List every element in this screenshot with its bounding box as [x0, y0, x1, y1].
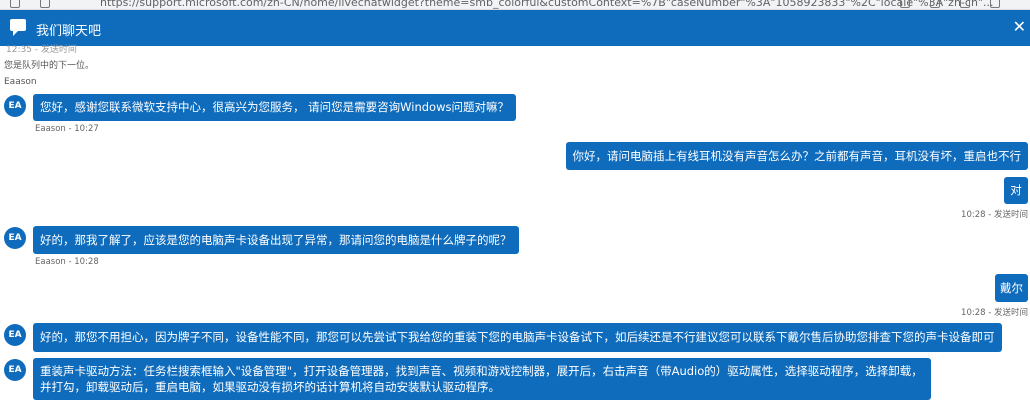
- chat-title: 我们聊天吧: [36, 24, 102, 39]
- user-message: 你好，请问电脑插上有线耳机没有声音怎么办？之前都有声音，耳机没有坏，重启也不行: [565, 142, 1028, 170]
- message-meta: 10:28 - 发送时间: [961, 308, 1028, 318]
- close-icon[interactable]: ✕: [1013, 17, 1026, 36]
- agent-avatar: EA: [4, 324, 26, 346]
- message-meta: Eaason - 10:27: [35, 124, 99, 134]
- message-meta: Eaason - 10:28: [35, 257, 99, 267]
- system-timestamp: 12:35 - 发送时间: [6, 45, 77, 55]
- favorites-icon[interactable]: [930, 0, 940, 8]
- message-meta: 10:28 - 发送时间: [961, 210, 1028, 220]
- agent-avatar: EA: [4, 95, 26, 117]
- user-message: 对: [1004, 177, 1028, 204]
- chat-header: 我们聊天吧 ✕: [0, 10, 1030, 46]
- agent-name: Eaason: [4, 77, 37, 87]
- browser-url-bar[interactable]: https://support.microsoft.com/zh-CN/home…: [0, 0, 1030, 10]
- agent-message: 您好，感谢您联系微软支持中心，很高兴为您服务， 请问您是需要咨询Windows问…: [33, 94, 516, 121]
- agent-avatar: EA: [4, 227, 26, 249]
- profile-icon[interactable]: [990, 0, 1000, 8]
- agent-message: 好的，那您不用担心，因为牌子不同，设备性能不同，那您可以先尝试下我给您的重装下您…: [33, 323, 1002, 352]
- refresh-icon[interactable]: [40, 0, 50, 8]
- extension-icon-2[interactable]: [960, 0, 970, 8]
- user-message: 戴尔: [995, 274, 1028, 302]
- url-text: https://support.microsoft.com/zh-CN/home…: [100, 0, 994, 9]
- back-icon[interactable]: [10, 0, 20, 8]
- agent-avatar: EA: [4, 359, 26, 381]
- extension-icon[interactable]: [900, 0, 910, 8]
- agent-message: 好的，那我了解了，应该是您的电脑声卡设备出现了异常，那请问您的电脑是什么牌子的呢…: [33, 226, 519, 254]
- chat-bubble-icon: [10, 19, 26, 36]
- queue-status: 您是队列中的下一位。: [4, 61, 95, 71]
- agent-message: 重装声卡驱动方法：任务栏搜索框输入"设备管理"，打开设备管理器，找到声音、视频和…: [33, 358, 931, 400]
